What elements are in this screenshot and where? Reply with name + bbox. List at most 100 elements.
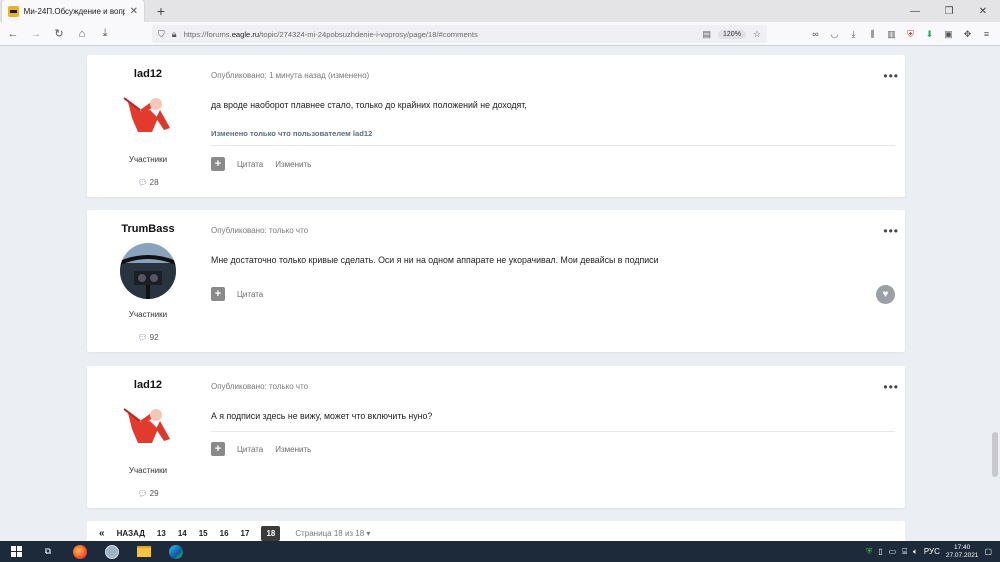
page-jump-dropdown[interactable]: Страница 18 из 18 ▾ xyxy=(295,529,370,538)
url-bar[interactable]: ⛉ 🔒︎ https://forums.eagle.ru/topic/27432… xyxy=(152,25,767,43)
post-count[interactable]: 💬︎ 29 xyxy=(87,489,209,498)
close-tab-icon[interactable]: ✕ xyxy=(130,6,138,17)
forum-post: lad12 Участники 💬︎ 29 Опубликовано: тольк… xyxy=(87,366,905,508)
like-heart-icon[interactable]: ♥ xyxy=(876,285,895,304)
firefox-icon[interactable] xyxy=(64,541,96,562)
network-icon[interactable]: ⌸ xyxy=(902,547,907,557)
avatar-cockpit-icon[interactable] xyxy=(120,243,176,299)
current-page[interactable]: 18 xyxy=(261,526,281,541)
post-author: lad12 Участники 💬︎ 29 xyxy=(87,366,209,498)
window-controls: — ❐ ✕ xyxy=(898,0,1000,22)
security-shield-icon[interactable]: ⛨ xyxy=(866,547,872,557)
author-name[interactable]: lad12 xyxy=(87,379,209,391)
language-indicator[interactable]: РУС xyxy=(924,547,940,556)
file-explorer-icon[interactable] xyxy=(128,541,160,562)
tab-title: Ми-24П.Обсуждение и вопро... xyxy=(23,6,125,16)
url-text[interactable]: https://forums.eagle.ru/topic/274324-mi-… xyxy=(184,30,696,39)
edit-button[interactable]: Изменить xyxy=(275,160,311,169)
edge-icon[interactable] xyxy=(160,541,192,562)
comment-bubble-icon: 💬︎ xyxy=(137,489,148,498)
close-window-icon[interactable]: ✕ xyxy=(966,0,1000,22)
zoom-level[interactable]: 120% xyxy=(718,29,746,39)
multiquote-plus-icon[interactable]: + xyxy=(211,442,225,456)
clock[interactable]: 17:40 27.07.2021 xyxy=(946,544,979,560)
extension-shield-icon[interactable]: ⛨ xyxy=(903,27,918,42)
page-link[interactable]: 17 xyxy=(241,529,250,538)
pocket-icon[interactable]: ◡ xyxy=(827,27,842,42)
dcs-app-icon[interactable] xyxy=(96,541,128,562)
divider xyxy=(211,145,895,146)
forum-post: lad12 Участники 💬︎ 28 Опубликовано: 1 мин… xyxy=(87,55,905,197)
quote-button[interactable]: Цитата xyxy=(237,160,263,169)
more-options-icon[interactable]: ••• xyxy=(883,380,899,394)
downloads-icon[interactable]: ⤓ xyxy=(846,27,861,42)
author-name[interactable]: TrumBass xyxy=(87,223,209,235)
divider xyxy=(211,431,895,432)
notifications-icon[interactable]: ▢ xyxy=(984,547,992,556)
device-icon[interactable]: ▯ xyxy=(878,547,882,556)
page-link[interactable]: 15 xyxy=(199,529,208,538)
post-count[interactable]: 💬︎ 92 xyxy=(87,333,209,342)
post-meta[interactable]: Опубликовано: только что xyxy=(211,382,895,391)
mask-icon[interactable]: ∞ xyxy=(808,27,823,42)
browser-tab[interactable]: Ми-24П.Обсуждение и вопро... ✕ xyxy=(2,0,144,22)
start-button[interactable] xyxy=(0,541,32,562)
tab-bar: Ми-24П.Обсуждение и вопро... ✕ + — ❐ ✕ xyxy=(0,0,1000,22)
extension-box-icon[interactable]: ▣ xyxy=(941,27,956,42)
download-arrow-icon[interactable]: ⤓ xyxy=(95,24,115,44)
pagination: « НАЗАД 13 14 15 16 17 18 Страница 18 из… xyxy=(87,521,905,541)
avatar-trumpeter-icon[interactable] xyxy=(120,88,176,144)
task-view-icon[interactable]: ⧉ xyxy=(32,541,64,562)
site-favicon-icon xyxy=(8,5,19,17)
post-meta[interactable]: Опубликовано: только что xyxy=(211,226,895,235)
prev-page-link[interactable]: НАЗАД xyxy=(117,529,145,538)
more-options-icon[interactable]: ••• xyxy=(883,69,899,83)
post-count[interactable]: 💬︎ 28 xyxy=(87,178,209,187)
lock-icon[interactable]: 🔒︎ xyxy=(172,29,177,40)
comment-bubble-icon: 💬︎ xyxy=(137,178,148,187)
display-icon[interactable]: ▭ xyxy=(889,547,897,556)
page-link[interactable]: 14 xyxy=(178,529,187,538)
minimize-icon[interactable]: — xyxy=(898,0,932,22)
forward-arrow-icon[interactable]: → xyxy=(26,24,46,44)
menu-icon[interactable]: ≡ xyxy=(979,27,994,42)
post-author: lad12 Участники 💬︎ 28 xyxy=(87,55,209,187)
author-role: Участники xyxy=(128,466,168,475)
page-link[interactable]: 13 xyxy=(157,529,166,538)
author-name[interactable]: lad12 xyxy=(87,68,209,80)
post-text: А я подписи здесь не вижу, может что вкл… xyxy=(211,411,433,421)
quote-button[interactable]: Цитата xyxy=(237,290,263,299)
first-page-link[interactable]: « xyxy=(99,528,105,539)
comment-bubble-icon: 💬︎ xyxy=(137,333,148,342)
windows-taskbar: ⧉ ⛨ ▯ ▭ ⌸ 🔈︎ РУС 17:40 27.07.2021 ▢ xyxy=(0,541,1000,562)
back-arrow-icon[interactable]: ← xyxy=(3,24,23,44)
scrollbar[interactable] xyxy=(990,47,1000,541)
edited-note: Изменено только что пользователем lad12 xyxy=(211,129,373,138)
bookmark-star-icon[interactable]: ☆ xyxy=(753,29,761,40)
page-link[interactable]: 16 xyxy=(220,529,229,538)
reload-icon[interactable]: ↻ xyxy=(49,24,69,44)
post-text: да вроде наоборот плавнее стало, только … xyxy=(211,100,527,110)
page-content: lad12 Участники 💬︎ 28 Опубликовано: 1 мин… xyxy=(0,47,1000,541)
volume-icon[interactable]: 🔈︎ xyxy=(913,547,918,557)
sidebar-icon[interactable]: ▥ xyxy=(884,27,899,42)
scrollbar-thumb[interactable] xyxy=(992,432,998,477)
reader-view-icon[interactable]: ▤ xyxy=(703,29,712,40)
extensions-puzzle-icon[interactable]: ✥ xyxy=(960,27,975,42)
navigation-toolbar: ← → ↻ ⌂ ⤓ ⛉ 🔒︎ https://forums.eagle.ru/t… xyxy=(0,22,1000,46)
multiquote-plus-icon[interactable]: + xyxy=(211,157,225,171)
more-options-icon[interactable]: ••• xyxy=(883,224,899,238)
author-role: Участники xyxy=(128,310,168,319)
extension-download-icon[interactable]: ⬇ xyxy=(922,27,937,42)
shield-icon[interactable]: ⛉ xyxy=(158,29,165,40)
home-icon[interactable]: ⌂ xyxy=(72,24,92,44)
post-meta[interactable]: Опубликовано: 1 минута назад (изменено) xyxy=(211,71,895,80)
new-tab-icon[interactable]: + xyxy=(150,0,172,22)
forum-post: TrumBass Участники 💬︎ 92 Опубликовано: то… xyxy=(87,210,905,352)
edit-button[interactable]: Изменить xyxy=(275,445,311,454)
library-icon[interactable]: ⫼ xyxy=(865,27,880,42)
restore-icon[interactable]: ❐ xyxy=(932,0,966,22)
multiquote-plus-icon[interactable]: + xyxy=(211,287,225,301)
quote-button[interactable]: Цитата xyxy=(237,445,263,454)
avatar-trumpeter-icon[interactable] xyxy=(120,399,176,455)
